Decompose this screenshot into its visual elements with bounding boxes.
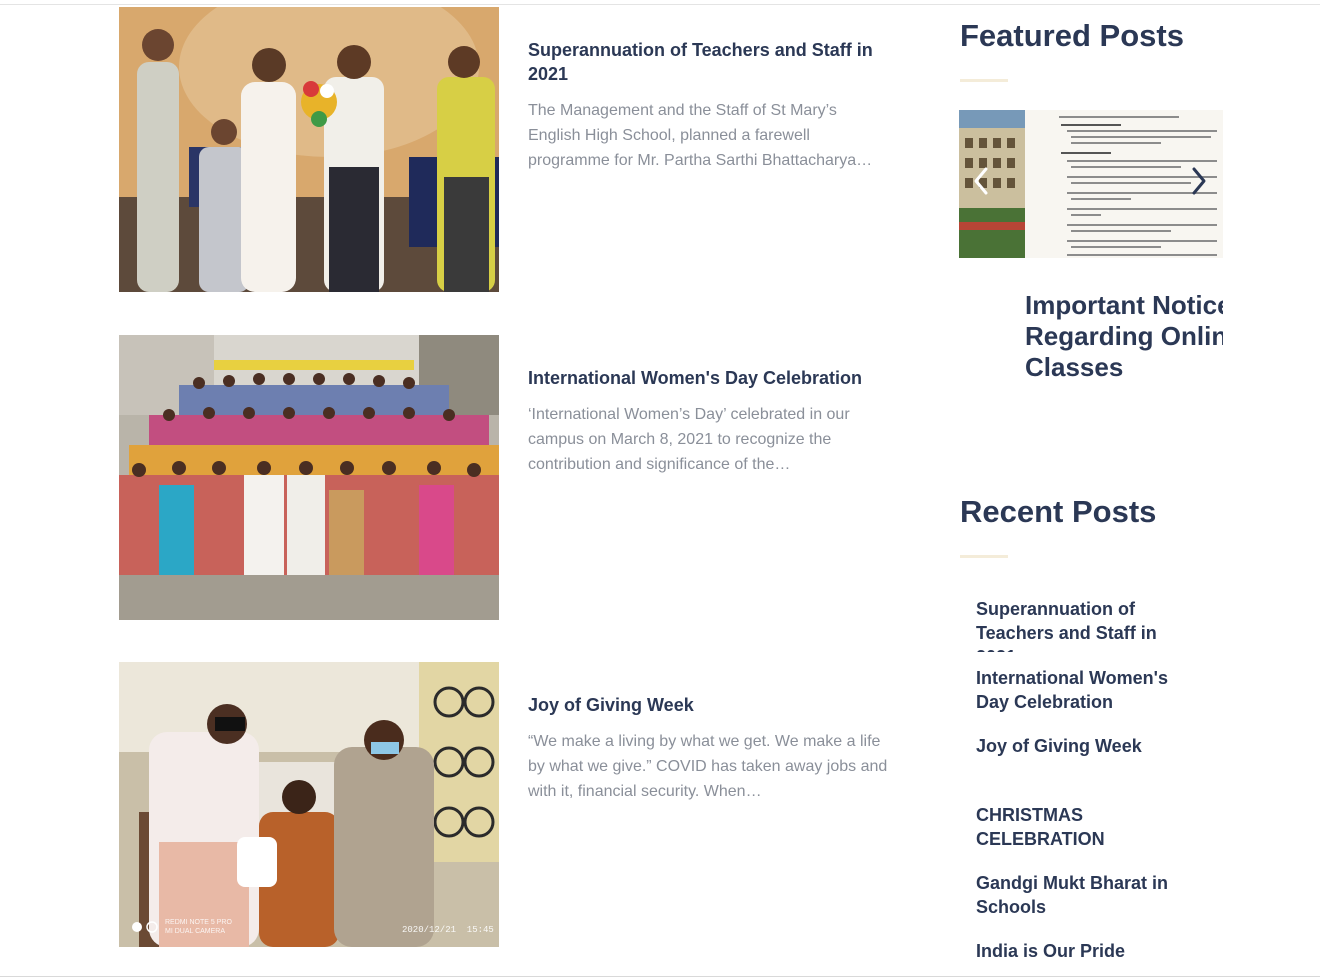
photo-watermark: REDMI NOTE 5 PRO MI DUAL CAMERA	[165, 919, 232, 935]
post-card-superannuation: Superannuation of Teachers and Staff in …	[119, 7, 919, 292]
recent-post-link[interactable]: India is Our Pride	[976, 939, 1196, 963]
featured-post-title[interactable]: Important Notice Regarding Online Classe…	[1025, 290, 1223, 383]
slider-next-arrow-icon[interactable]	[1190, 166, 1208, 196]
recent-post-link[interactable]: Joy of Giving Week	[976, 734, 1196, 758]
post-title[interactable]: International Women's Day Celebration	[528, 366, 908, 390]
slider-prev-arrow-icon[interactable]	[972, 166, 990, 196]
post-image-superannuation[interactable]	[119, 7, 499, 292]
post-image-joy-of-giving[interactable]: REDMI NOTE 5 PRO MI DUAL CAMERA 2020/12/…	[119, 662, 499, 947]
featured-heading-accent	[960, 79, 1008, 82]
photo-joy-of-giving	[119, 662, 499, 947]
recent-post-link[interactable]: Superannuation of Teachers and Staff in …	[976, 597, 1196, 652]
recent-post-link[interactable]: CHRISTMAS CELEBRATION	[976, 803, 1196, 851]
featured-posts-heading: Featured Posts	[960, 18, 1184, 53]
recent-post-link[interactable]: Gandgi Mukt Bharat in Schools	[976, 871, 1196, 919]
post-image-womens-day[interactable]	[119, 335, 499, 620]
top-divider	[0, 4, 1320, 5]
post-title[interactable]: Superannuation of Teachers and Staff in …	[528, 38, 908, 86]
post-excerpt: “We make a living by what we get. We mak…	[528, 733, 888, 800]
bottom-divider	[0, 976, 1320, 977]
post-excerpt: ‘International Women’s Day’ celebrated i…	[528, 406, 850, 473]
featured-notice-thumbnail	[959, 110, 1223, 258]
recent-posts-heading: Recent Posts	[960, 494, 1157, 529]
featured-post-image[interactable]	[959, 110, 1223, 258]
photo-farewell-ceremony	[119, 7, 499, 292]
post-card-joy-of-giving: REDMI NOTE 5 PRO MI DUAL CAMERA 2020/12/…	[119, 662, 919, 947]
post-card-womens-day: International Women's Day Celebration ‘I…	[119, 335, 919, 620]
post-title[interactable]: Joy of Giving Week	[528, 693, 908, 717]
photo-group-womens-day	[119, 335, 499, 620]
recent-post-link[interactable]: International Women's Day Celebration	[976, 666, 1196, 714]
recent-heading-accent	[960, 555, 1008, 558]
post-excerpt: The Management and the Staff of St Mary’…	[528, 102, 873, 169]
photo-timestamp: 2020/12/21 15:45	[402, 925, 494, 935]
